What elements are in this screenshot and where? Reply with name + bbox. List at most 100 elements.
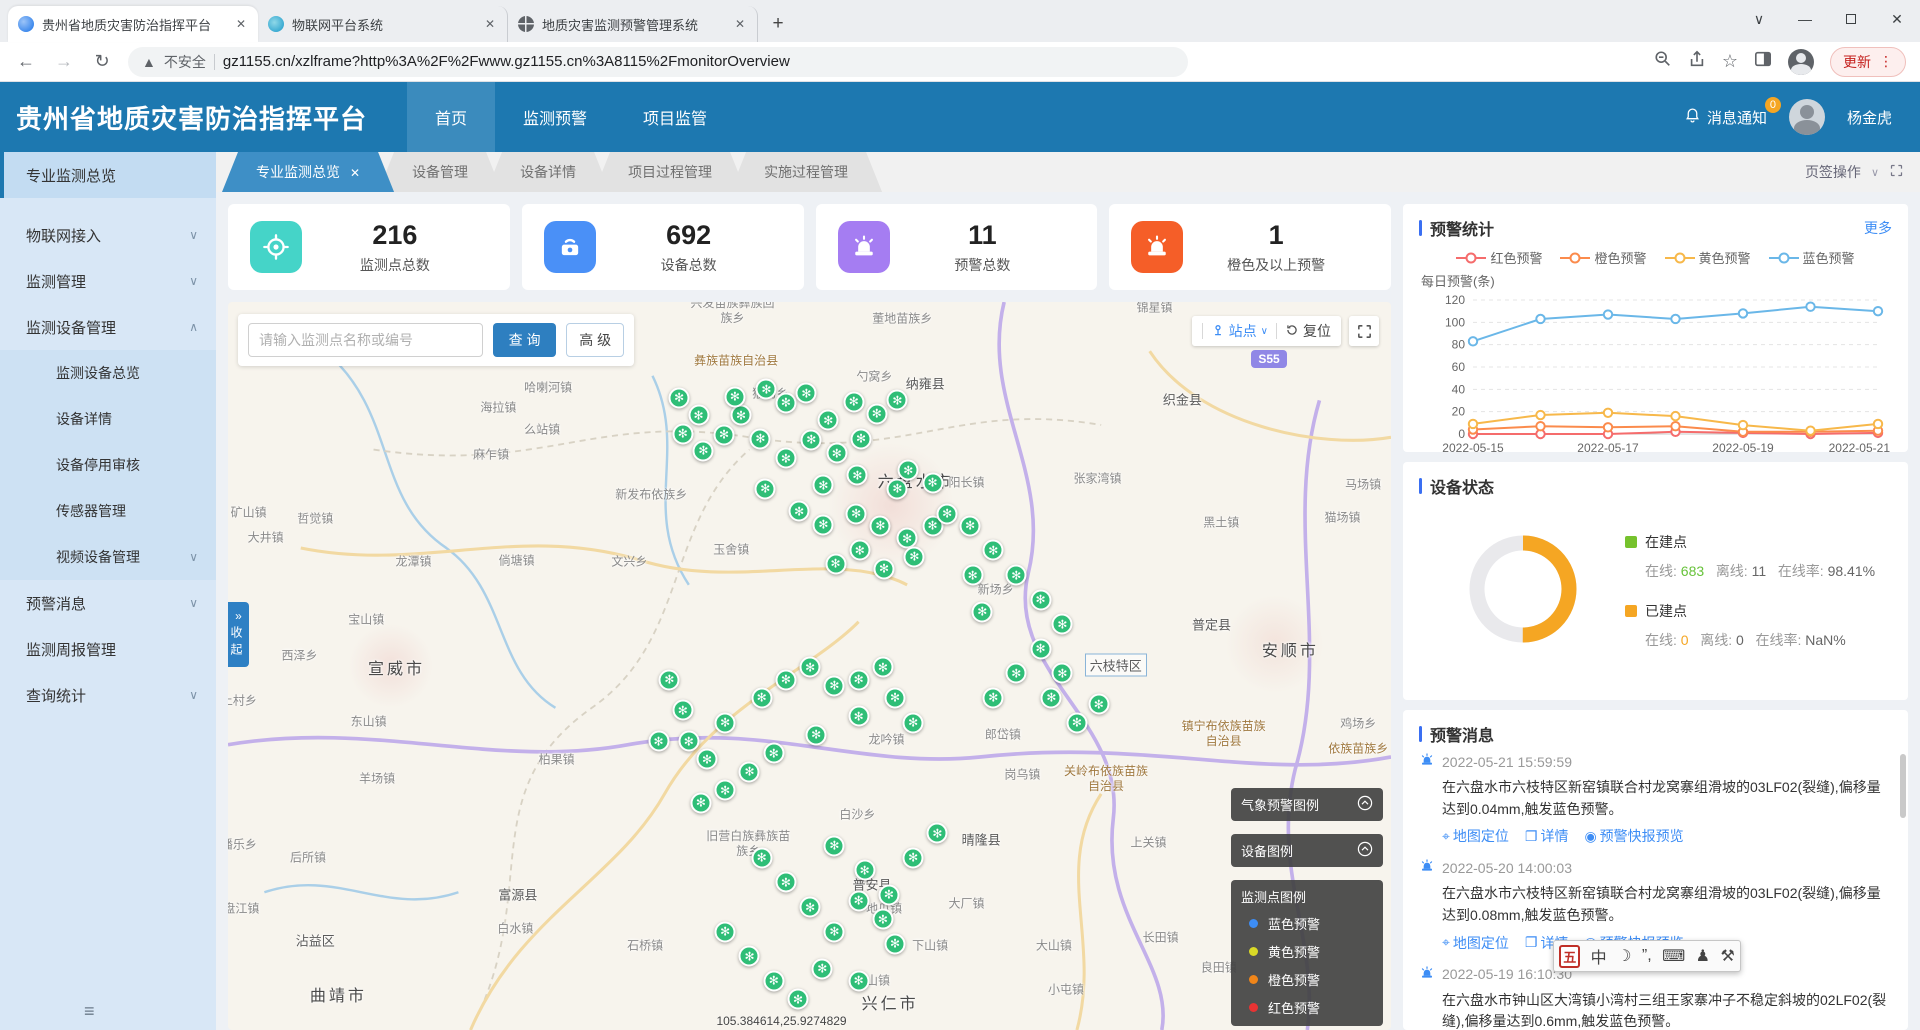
forward-button[interactable]: → xyxy=(52,51,76,72)
monitor-point-marker[interactable]: ✻ xyxy=(787,989,808,1010)
monitor-point-marker[interactable]: ✻ xyxy=(801,429,822,450)
collapse-circle-icon[interactable] xyxy=(1357,795,1373,814)
ime-item[interactable]: 中 xyxy=(1591,944,1607,968)
monitor-point-marker[interactable]: ✻ xyxy=(824,675,845,696)
ime-item[interactable]: ♟ xyxy=(1696,946,1710,966)
monitor-point-marker[interactable]: ✻ xyxy=(751,687,772,708)
monitor-point-marker[interactable]: ✻ xyxy=(750,428,771,449)
monitor-point-marker[interactable]: ✻ xyxy=(730,405,751,426)
sidebar-item[interactable]: 物联网接入∨ xyxy=(0,212,216,258)
tab-actions[interactable]: 页签操作 ∨ xyxy=(1805,152,1920,192)
reload-button[interactable]: ↻ xyxy=(90,51,114,72)
search-input[interactable] xyxy=(248,323,483,357)
search-button[interactable]: 查 询 xyxy=(493,323,557,357)
page-tab[interactable]: 实施过程管理 xyxy=(730,152,882,192)
monitor-point-marker[interactable]: ✻ xyxy=(812,958,833,979)
monitor-point-marker[interactable]: ✻ xyxy=(796,383,817,404)
monitor-point-marker[interactable]: ✻ xyxy=(672,423,693,444)
monitor-point-marker[interactable]: ✻ xyxy=(962,565,983,586)
monitor-point-marker[interactable]: ✻ xyxy=(1006,565,1027,586)
monitor-point-marker[interactable]: ✻ xyxy=(669,387,690,408)
reset-button[interactable]: 复位 xyxy=(1285,321,1331,341)
monitor-point-marker[interactable]: ✻ xyxy=(715,780,736,801)
user-avatar[interactable] xyxy=(1789,99,1825,135)
monitor-point-marker[interactable]: ✻ xyxy=(884,687,905,708)
sidebar-item[interactable]: 监测管理∨ xyxy=(0,258,216,304)
nav-item[interactable]: 监测预警 xyxy=(495,82,615,152)
monitor-point-marker[interactable]: ✻ xyxy=(872,909,893,930)
monitor-point-marker[interactable]: ✻ xyxy=(903,847,924,868)
monitor-point-marker[interactable]: ✻ xyxy=(825,553,846,574)
monitor-point-marker[interactable]: ✻ xyxy=(824,835,845,856)
monitor-point-marker[interactable]: ✻ xyxy=(763,743,784,764)
monitor-point-marker[interactable]: ✻ xyxy=(763,970,784,991)
monitor-point-marker[interactable]: ✻ xyxy=(1052,614,1073,635)
monitor-point-marker[interactable]: ✻ xyxy=(775,872,796,893)
monitor-point-marker[interactable]: ✻ xyxy=(672,700,693,721)
monitor-point-marker[interactable]: ✻ xyxy=(904,546,925,567)
preview-link[interactable]: ◉预警快报预览 xyxy=(1584,826,1683,846)
monitor-point-marker[interactable]: ✻ xyxy=(724,386,745,407)
sidebar-item[interactable]: 监测周报管理 xyxy=(0,626,216,672)
sidebar-subitem[interactable]: 视频设备管理∨ xyxy=(0,534,216,580)
site-dropdown[interactable]: 站点 ∨ xyxy=(1211,321,1268,341)
share-icon[interactable] xyxy=(1688,50,1706,73)
minimize-button[interactable]: — xyxy=(1782,11,1828,27)
ime-toolbar[interactable]: 五中☽”,⌨♟⚒ xyxy=(1553,940,1741,972)
monitor-point-marker[interactable]: ✻ xyxy=(789,501,810,522)
monitor-point-marker[interactable]: ✻ xyxy=(755,478,776,499)
monitor-point-marker[interactable]: ✻ xyxy=(1030,638,1051,659)
sidebar-item[interactable]: 监测设备管理∧ xyxy=(0,304,216,350)
sidebar-subitem[interactable]: 监测设备总览 xyxy=(0,350,216,396)
map[interactable]: 六盘水市安顺市宣威市曲靖市兴仁市纳雍县织金县普定县六枝特区晴隆县普安县富源县沾益… xyxy=(228,302,1391,1030)
fullscreen-icon[interactable] xyxy=(1889,163,1904,181)
monitor-point-marker[interactable]: ✻ xyxy=(937,503,958,524)
monitor-point-marker[interactable]: ✻ xyxy=(870,515,891,536)
sidebar-item[interactable]: 查询统计∨ xyxy=(0,672,216,718)
monitor-point-marker[interactable]: ✻ xyxy=(800,657,821,678)
monitor-point-marker[interactable]: ✻ xyxy=(847,465,868,486)
legend-item[interactable]: 黄色预警 xyxy=(1665,248,1751,267)
sidebar-subitem[interactable]: 设备停用审核 xyxy=(0,442,216,488)
page-tab[interactable]: 设备管理 xyxy=(378,152,502,192)
monitor-point-marker[interactable]: ✻ xyxy=(887,390,908,411)
sidebar-item[interactable]: 专业监测总览 xyxy=(0,152,216,198)
monitor-point-marker[interactable]: ✻ xyxy=(806,724,827,745)
monitor-point-marker[interactable]: ✻ xyxy=(1041,687,1062,708)
sidebar-item[interactable]: 预警消息∨ xyxy=(0,580,216,626)
monitor-point-marker[interactable]: ✻ xyxy=(693,440,714,461)
monitor-point-marker[interactable]: ✻ xyxy=(887,478,908,499)
monitor-point-marker[interactable]: ✻ xyxy=(927,823,948,844)
notifications-button[interactable]: 消息通知 0 xyxy=(1684,107,1767,128)
ime-item[interactable]: 五 xyxy=(1559,945,1580,968)
monitor-point-marker[interactable]: ✻ xyxy=(874,558,895,579)
monitor-point-marker[interactable]: ✻ xyxy=(849,540,870,561)
collapse-circle-icon[interactable] xyxy=(1357,841,1373,860)
monitor-point-marker[interactable]: ✻ xyxy=(659,669,680,690)
monitor-point-marker[interactable]: ✻ xyxy=(1066,712,1087,733)
browser-tab[interactable]: 物联网平台系统✕ xyxy=(258,6,508,42)
update-button[interactable]: 更新 ⋮ xyxy=(1830,47,1906,77)
monitor-point-marker[interactable]: ✻ xyxy=(878,884,899,905)
tab-close-icon[interactable]: ✕ xyxy=(483,15,497,33)
monitor-point-marker[interactable]: ✻ xyxy=(813,514,834,535)
legend-item[interactable]: 橙色预警 xyxy=(1560,248,1646,267)
legend-item[interactable]: 蓝色预警 xyxy=(1769,248,1855,267)
monitor-point-marker[interactable]: ✻ xyxy=(848,669,869,690)
monitor-point-marker[interactable]: ✻ xyxy=(848,890,869,911)
box-select-button[interactable] xyxy=(1349,316,1379,346)
browser-menu-icon[interactable]: ⋮ xyxy=(1879,53,1893,70)
monitor-point-marker[interactable]: ✻ xyxy=(739,761,760,782)
close-window-button[interactable]: ✕ xyxy=(1874,11,1920,28)
monitor-point-marker[interactable]: ✻ xyxy=(715,921,736,942)
monitor-point-marker[interactable]: ✻ xyxy=(800,897,821,918)
nav-item[interactable]: 项目监管 xyxy=(615,82,735,152)
monitor-point-marker[interactable]: ✻ xyxy=(872,657,893,678)
monitor-point-marker[interactable]: ✻ xyxy=(775,669,796,690)
monitor-point-marker[interactable]: ✻ xyxy=(854,860,875,881)
back-button[interactable]: ← xyxy=(14,51,38,72)
monitor-point-marker[interactable]: ✻ xyxy=(1030,589,1051,610)
browser-tab[interactable]: 地质灾害监测预警管理系统✕ xyxy=(508,6,758,42)
monitor-point-marker[interactable]: ✻ xyxy=(648,731,669,752)
tab-close-icon[interactable]: ✕ xyxy=(234,15,248,33)
